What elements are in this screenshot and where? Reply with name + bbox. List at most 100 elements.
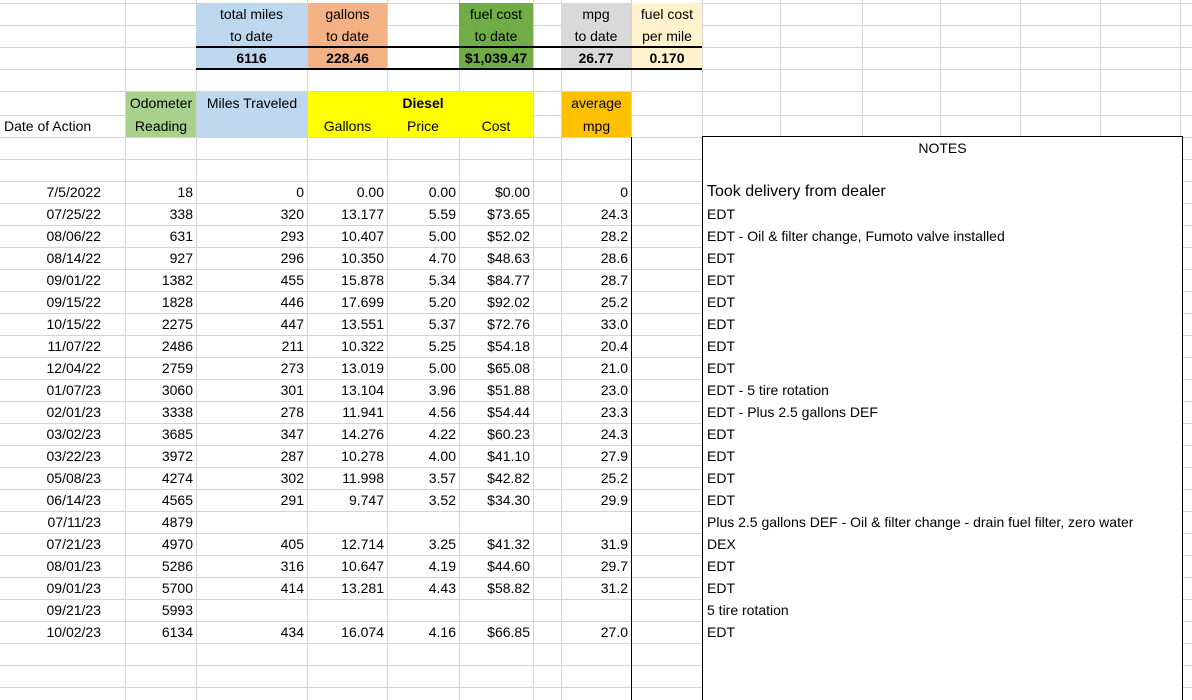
note-cell[interactable]: 5 tire rotation <box>703 599 1182 621</box>
gallons-cell[interactable]: 12.714 <box>308 533 387 555</box>
odometer-cell[interactable]: 18 <box>126 181 196 203</box>
mpg-cell[interactable]: 29.9 <box>562 489 631 511</box>
odometer-cell[interactable]: 631 <box>126 225 196 247</box>
mpg-cell[interactable] <box>562 511 631 533</box>
gallons-cell[interactable]: 16.074 <box>308 621 387 643</box>
price-cell[interactable]: 4.16 <box>387 621 459 643</box>
price-cell[interactable] <box>387 511 459 533</box>
gallons-cell[interactable]: 14.276 <box>308 423 387 445</box>
mpg-cell[interactable]: 28.6 <box>562 247 631 269</box>
cost-cell[interactable]: $41.10 <box>459 445 533 467</box>
price-cell[interactable]: 3.57 <box>387 467 459 489</box>
odometer-cell[interactable]: 4970 <box>126 533 196 555</box>
cost-per-mile-value[interactable]: 0.170 <box>632 47 702 69</box>
fuel-cost-value[interactable]: $1,039.47 <box>459 47 533 69</box>
gallons-cell[interactable]: 15.878 <box>308 269 387 291</box>
note-cell[interactable]: EDT <box>703 269 1182 291</box>
price-cell[interactable]: 5.00 <box>387 357 459 379</box>
note-cell[interactable]: Took delivery from dealer <box>703 181 1182 203</box>
price-cell[interactable]: 3.25 <box>387 533 459 555</box>
date-cell[interactable]: 07/21/23 <box>0 533 104 555</box>
odometer-cell[interactable]: 4565 <box>126 489 196 511</box>
odometer-cell[interactable]: 4274 <box>126 467 196 489</box>
odometer-cell[interactable]: 927 <box>126 247 196 269</box>
price-cell[interactable]: 5.34 <box>387 269 459 291</box>
date-cell[interactable]: 09/15/22 <box>0 291 104 313</box>
note-cell[interactable]: EDT <box>703 423 1182 445</box>
date-cell[interactable]: 02/01/23 <box>0 401 104 423</box>
miles-cell[interactable]: 278 <box>197 401 307 423</box>
cost-cell[interactable]: $72.76 <box>459 313 533 335</box>
note-cell[interactable]: EDT <box>703 247 1182 269</box>
note-cell[interactable]: EDT <box>703 445 1182 467</box>
gallons-value[interactable]: 228.46 <box>308 47 387 69</box>
miles-cell[interactable]: 455 <box>197 269 307 291</box>
date-cell[interactable]: 05/08/23 <box>0 467 104 489</box>
mpg-cell[interactable]: 27.0 <box>562 621 631 643</box>
odometer-cell[interactable]: 6134 <box>126 621 196 643</box>
mpg-cell[interactable]: 25.2 <box>562 467 631 489</box>
note-cell[interactable]: EDT - Plus 2.5 gallons DEF <box>703 401 1182 423</box>
gallons-cell[interactable]: 13.177 <box>308 203 387 225</box>
gallons-cell[interactable]: 10.407 <box>308 225 387 247</box>
gallons-cell[interactable]: 13.551 <box>308 313 387 335</box>
miles-cell[interactable]: 296 <box>197 247 307 269</box>
price-cell[interactable]: 5.37 <box>387 313 459 335</box>
miles-cell[interactable]: 405 <box>197 533 307 555</box>
mpg-cell[interactable]: 23.3 <box>562 401 631 423</box>
note-cell[interactable]: EDT <box>703 577 1182 599</box>
price-cell[interactable] <box>387 599 459 621</box>
cost-cell[interactable]: $48.63 <box>459 247 533 269</box>
gallons-cell[interactable]: 10.647 <box>308 555 387 577</box>
gallons-cell[interactable]: 10.322 <box>308 335 387 357</box>
date-cell[interactable]: 03/22/23 <box>0 445 104 467</box>
miles-cell[interactable] <box>197 599 307 621</box>
price-cell[interactable]: 4.56 <box>387 401 459 423</box>
date-cell[interactable]: 10/02/23 <box>0 621 104 643</box>
odometer-cell[interactable]: 5286 <box>126 555 196 577</box>
mpg-cell[interactable]: 31.9 <box>562 533 631 555</box>
gallons-cell[interactable]: 11.941 <box>308 401 387 423</box>
date-cell[interactable]: 12/04/22 <box>0 357 104 379</box>
miles-cell[interactable]: 320 <box>197 203 307 225</box>
date-cell[interactable]: 06/14/23 <box>0 489 104 511</box>
price-cell[interactable]: 4.00 <box>387 445 459 467</box>
price-cell[interactable]: 4.22 <box>387 423 459 445</box>
date-cell[interactable]: 01/07/23 <box>0 379 104 401</box>
date-cell[interactable]: 11/07/22 <box>0 335 104 357</box>
miles-cell[interactable]: 302 <box>197 467 307 489</box>
miles-cell[interactable]: 447 <box>197 313 307 335</box>
miles-cell[interactable] <box>197 511 307 533</box>
cost-cell[interactable]: $73.65 <box>459 203 533 225</box>
note-cell[interactable]: EDT <box>703 335 1182 357</box>
date-cell[interactable]: 09/01/22 <box>0 269 104 291</box>
miles-cell[interactable]: 446 <box>197 291 307 313</box>
date-cell[interactable]: 07/25/22 <box>0 203 104 225</box>
miles-cell[interactable]: 273 <box>197 357 307 379</box>
gallons-cell[interactable] <box>308 511 387 533</box>
odometer-cell[interactable]: 3338 <box>126 401 196 423</box>
mpg-cell[interactable]: 28.7 <box>562 269 631 291</box>
note-cell[interactable]: EDT <box>703 203 1182 225</box>
gallons-cell[interactable]: 10.350 <box>308 247 387 269</box>
cost-cell[interactable]: $34.30 <box>459 489 533 511</box>
gallons-cell[interactable]: 13.281 <box>308 577 387 599</box>
miles-cell[interactable]: 291 <box>197 489 307 511</box>
odometer-cell[interactable]: 3685 <box>126 423 196 445</box>
price-cell[interactable]: 4.70 <box>387 247 459 269</box>
cost-cell[interactable] <box>459 599 533 621</box>
gallons-cell[interactable]: 13.104 <box>308 379 387 401</box>
miles-cell[interactable]: 211 <box>197 335 307 357</box>
date-cell[interactable]: 07/11/23 <box>0 511 104 533</box>
date-cell[interactable]: 08/06/22 <box>0 225 104 247</box>
price-cell[interactable]: 3.52 <box>387 489 459 511</box>
date-cell[interactable]: 09/21/23 <box>0 599 104 621</box>
price-cell[interactable]: 3.96 <box>387 379 459 401</box>
date-cell[interactable]: 03/02/23 <box>0 423 104 445</box>
note-cell[interactable]: EDT <box>703 621 1182 643</box>
miles-cell[interactable]: 293 <box>197 225 307 247</box>
note-cell[interactable]: EDT <box>703 313 1182 335</box>
mpg-cell[interactable]: 24.3 <box>562 203 631 225</box>
price-cell[interactable]: 5.20 <box>387 291 459 313</box>
price-cell[interactable]: 5.00 <box>387 225 459 247</box>
